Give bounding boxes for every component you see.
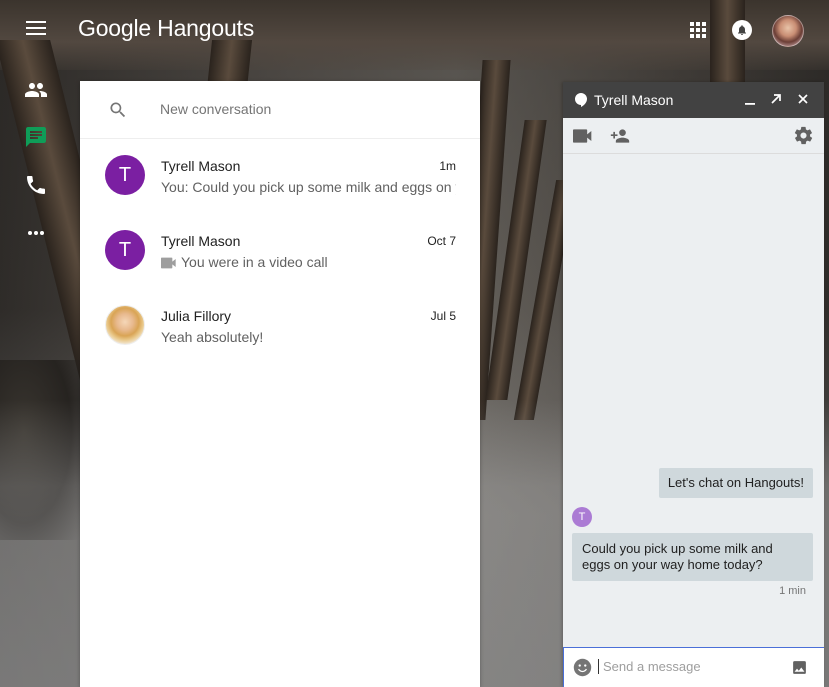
sender-avatar: T — [572, 507, 592, 527]
popout-icon[interactable] — [768, 91, 784, 107]
message-composer[interactable]: Send a message — [563, 647, 824, 687]
message-timestamp: 1 min — [779, 585, 806, 597]
conversation-snippet: Yeah absolutely! — [161, 329, 264, 345]
bell-icon[interactable] — [732, 20, 752, 40]
phone-icon[interactable] — [24, 173, 48, 197]
more-horiz-icon[interactable] — [24, 221, 48, 245]
conversation-item[interactable]: T Tyrell Mason Oct 7 You were in a video… — [80, 214, 480, 289]
contact-avatar-photo — [105, 305, 145, 345]
conversation-snippet: You were in a video call — [161, 254, 456, 270]
message-icon[interactable] — [24, 125, 48, 149]
snippet-text: You were in a video call — [181, 254, 328, 270]
conversation-snippet: You: Could you pick up some milk and egg… — [161, 179, 456, 195]
chat-window: Tyrell Mason Let's chat on Hangouts! T C… — [563, 82, 824, 687]
search-placeholder: New conversation — [160, 101, 272, 117]
brand-product: Hangouts — [157, 15, 255, 41]
search-icon — [110, 102, 126, 118]
chat-title-bar[interactable]: Tyrell Mason — [563, 82, 824, 118]
contact-name: Julia Fillory — [161, 308, 232, 324]
background-pillar — [710, 0, 745, 90]
minimize-icon[interactable] — [742, 91, 758, 107]
contact-avatar: T — [105, 155, 145, 195]
video-call-icon — [161, 257, 176, 269]
contact-name: Tyrell Mason — [161, 158, 241, 174]
close-icon[interactable] — [795, 91, 811, 107]
message-outgoing: Let's chat on Hangouts! — [658, 468, 813, 498]
gear-icon[interactable] — [793, 125, 814, 146]
contact-avatar: T — [105, 230, 145, 270]
message-incoming: Could you pick up some milk and eggs on … — [572, 533, 813, 581]
conversation-item[interactable]: T Tyrell Mason 1m You: Could you pick up… — [80, 139, 480, 214]
account-avatar[interactable] — [772, 15, 804, 47]
conversation-time: Jul 5 — [430, 309, 456, 323]
people-icon[interactable] — [24, 78, 48, 102]
contact-name: Tyrell Mason — [161, 233, 241, 249]
menu-icon[interactable] — [26, 21, 46, 37]
message-input-placeholder: Send a message — [598, 659, 701, 674]
new-conversation-search[interactable]: New conversation — [80, 81, 480, 139]
apps-grid-icon[interactable] — [690, 22, 707, 39]
emoji-icon[interactable] — [573, 658, 592, 677]
conversation-time: Oct 7 — [427, 234, 456, 248]
hangouts-bubble-icon — [575, 93, 587, 107]
conversation-list-panel: New conversation T Tyrell Mason 1m You: … — [80, 81, 480, 687]
brand-google: Google — [78, 15, 151, 41]
image-icon[interactable] — [791, 659, 808, 676]
add-person-icon[interactable] — [609, 126, 631, 146]
chat-title: Tyrell Mason — [594, 92, 674, 108]
app-logo: Google Hangouts — [78, 15, 254, 42]
video-call-icon[interactable] — [573, 129, 593, 143]
conversation-time: 1m — [439, 159, 456, 173]
conversation-item[interactable]: Julia Fillory Jul 5 Yeah absolutely! — [80, 289, 480, 364]
chat-toolbar — [563, 118, 824, 154]
